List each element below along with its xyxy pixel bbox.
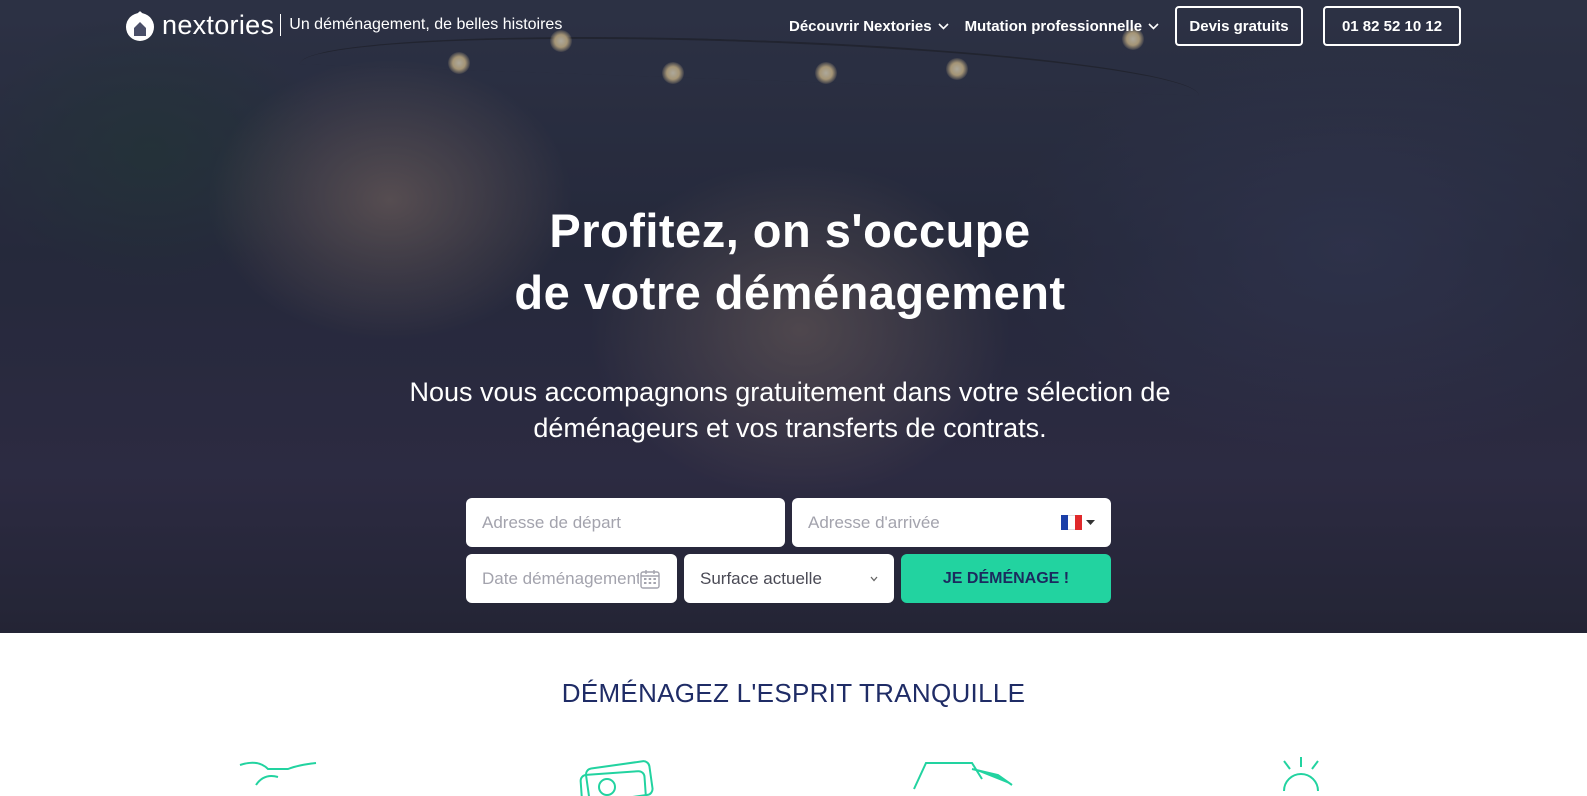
nav-item-decouvrir[interactable]: Découvrir Nextories [789,6,949,46]
hero-banner: nextories Un déménagement, de belles his… [0,0,1587,633]
phone-button[interactable]: 01 82 52 10 12 [1323,6,1461,46]
caret-down-icon [1086,519,1095,525]
date-input[interactable] [482,568,639,589]
main-nav: Découvrir Nextories Mutation professionn… [789,6,1175,46]
surface-select-value: Surface actuelle [700,568,822,588]
logo-divider [280,14,282,36]
surface-select[interactable]: Surface actuelle [684,554,894,603]
site-header: nextories Un déménagement, de belles his… [0,0,1587,52]
house-logo-icon [126,11,154,41]
handshake-icon [239,761,317,786]
date-field[interactable] [466,554,677,603]
subline-line: Nous vous accompagnons gratuitement dans… [409,377,1171,407]
logo[interactable]: nextories Un déménagement, de belles his… [122,8,562,42]
arrival-input[interactable] [808,512,1053,533]
sun-icon [1283,757,1319,792]
logo-tagline: Un déménagement, de belles histoires [289,16,563,33]
chevron-down-icon [870,576,878,581]
headline-line: Profitez, on s'occupe [549,204,1031,257]
hero-headline: Profitez, on s'occupe de votre déménagem… [390,200,1190,324]
quote-button[interactable]: Devis gratuits [1175,6,1303,46]
flag-fr-icon[interactable] [1061,515,1095,530]
submit-move-button[interactable]: JE DÉMÉNAGE ! [901,554,1111,603]
nav-item-label: Mutation professionnelle [964,17,1143,35]
truck-icon [913,762,1013,790]
section-title: DÉMÉNAGEZ L'ESPRIT TRANQUILLE [561,678,1026,708]
chevron-down-icon [1148,22,1159,30]
money-icon [579,760,654,796]
departure-field[interactable] [466,498,785,547]
calendar-icon[interactable] [639,568,661,590]
departure-input[interactable] [482,512,769,533]
subline-line: déménageurs et vos transferts de contrat… [533,413,1047,443]
hero-subline: Nous vous accompagnons gratuitement dans… [390,374,1190,446]
headline-line: de votre déménagement [514,266,1066,319]
arrival-field[interactable] [792,498,1111,547]
nav-item-label: Découvrir Nextories [789,17,932,35]
chevron-down-icon [937,22,949,30]
logo-name: nextories [162,9,275,40]
nav-item-mutation[interactable]: Mutation professionnelle [965,6,1160,46]
